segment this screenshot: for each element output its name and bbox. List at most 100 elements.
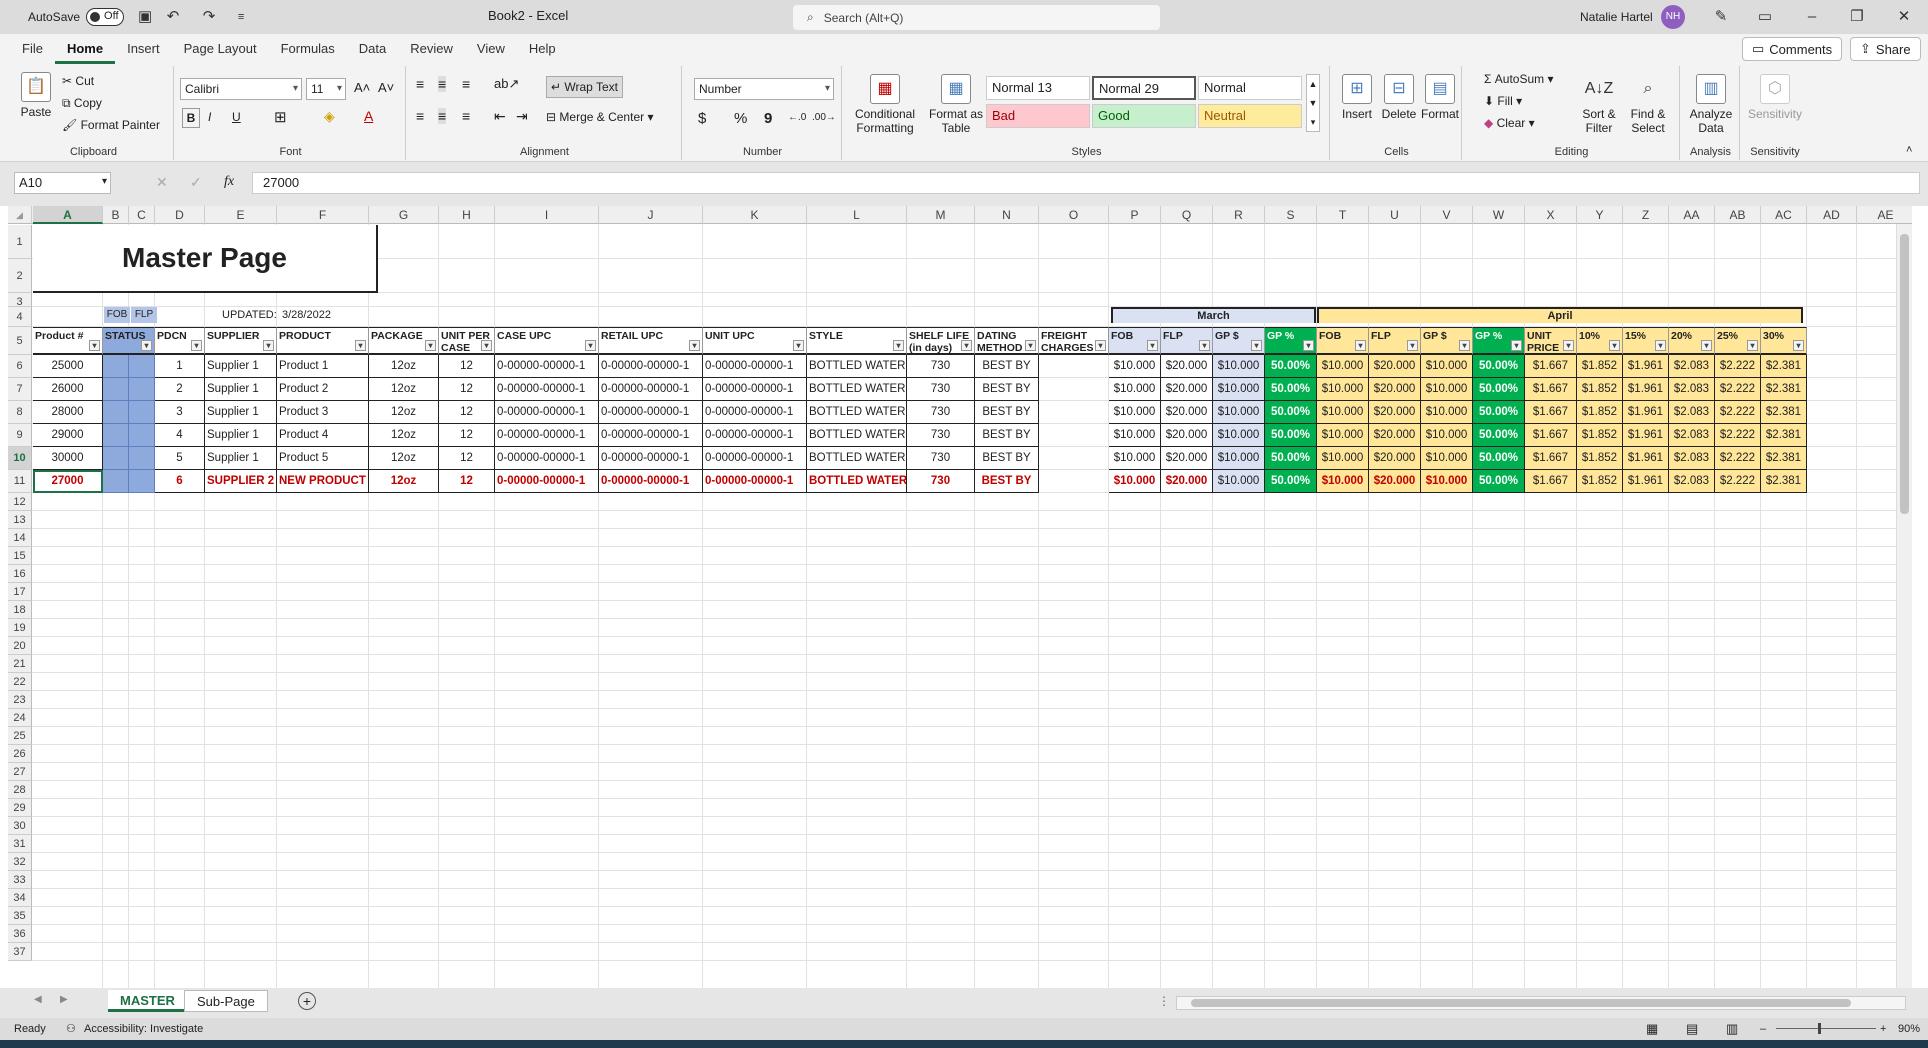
column-header-cell[interactable]: CASE UPC ▾ bbox=[495, 327, 599, 355]
status-cell[interactable] bbox=[103, 378, 129, 401]
column-header[interactable]: Q bbox=[1161, 206, 1213, 224]
column-header[interactable]: O bbox=[1039, 206, 1109, 224]
table-cell[interactable]: $1.961 bbox=[1623, 470, 1669, 493]
filter-dropdown-icon[interactable]: ▾ bbox=[893, 340, 904, 351]
page-layout-view-icon[interactable]: ▤ bbox=[1686, 1018, 1698, 1040]
copy-button[interactable]: ⧉ Copy bbox=[62, 96, 102, 111]
name-box[interactable]: A10 bbox=[14, 172, 111, 194]
font-size-select[interactable]: 11 bbox=[306, 78, 346, 100]
avatar[interactable]: NH bbox=[1661, 5, 1685, 29]
filter-dropdown-icon[interactable]: ▾ bbox=[481, 340, 492, 351]
row-header[interactable]: 11 bbox=[8, 470, 32, 493]
table-cell[interactable]: 12 bbox=[439, 470, 495, 493]
column-header-cell[interactable]: FOB ▾ bbox=[1109, 327, 1161, 355]
conditional-formatting-button[interactable]: ▦ Conditional Formatting bbox=[850, 74, 920, 135]
column-header[interactable]: S bbox=[1265, 206, 1317, 224]
filter-dropdown-icon[interactable]: ▾ bbox=[689, 340, 700, 351]
table-cell[interactable]: $10.000 bbox=[1109, 447, 1161, 470]
wrap-text-button[interactable]: ↵ Wrap Text bbox=[546, 76, 623, 98]
column-header-cell[interactable]: PDCN ▾ bbox=[155, 327, 205, 355]
table-cell[interactable]: 50.00% bbox=[1265, 401, 1317, 424]
table-cell[interactable]: 50.00% bbox=[1473, 401, 1525, 424]
table-cell[interactable]: $10.000 bbox=[1317, 401, 1369, 424]
table-cell[interactable]: $10.000 bbox=[1317, 447, 1369, 470]
table-cell[interactable]: 0-00000-00000-1 bbox=[703, 401, 807, 424]
table-cell[interactable]: BEST BY bbox=[975, 378, 1039, 401]
horizontal-scroll-thumb[interactable] bbox=[1191, 999, 1851, 1007]
table-cell[interactable]: $10.000 bbox=[1213, 355, 1265, 378]
row-header[interactable]: 19 bbox=[8, 619, 32, 637]
table-cell[interactable]: Product 4 bbox=[277, 424, 369, 447]
column-header-cell[interactable]: GP % ▾ bbox=[1265, 327, 1317, 355]
table-cell[interactable]: $10.000 bbox=[1421, 424, 1473, 447]
filter-dropdown-icon[interactable]: ▾ bbox=[1407, 340, 1418, 351]
table-cell[interactable]: $2.222 bbox=[1715, 355, 1761, 378]
table-cell[interactable]: $20.000 bbox=[1161, 401, 1213, 424]
table-cell[interactable]: 50.00% bbox=[1265, 470, 1317, 493]
table-cell[interactable]: 12oz bbox=[369, 378, 439, 401]
column-header-cell[interactable]: 25% ▾ bbox=[1715, 327, 1761, 355]
table-cell[interactable]: $1.852 bbox=[1577, 378, 1623, 401]
column-header[interactable]: AA bbox=[1669, 206, 1715, 224]
row-header[interactable]: 2 bbox=[8, 259, 32, 293]
table-cell[interactable]: 0-00000-00000-1 bbox=[703, 378, 807, 401]
table-cell[interactable]: BOTTLED WATER bbox=[807, 401, 907, 424]
table-cell[interactable]: $2.083 bbox=[1669, 355, 1715, 378]
table-cell[interactable]: $2.222 bbox=[1715, 447, 1761, 470]
table-cell[interactable]: $10.000 bbox=[1109, 470, 1161, 493]
filter-dropdown-icon[interactable]: ▾ bbox=[961, 340, 972, 351]
column-header-cell[interactable]: 20% ▾ bbox=[1669, 327, 1715, 355]
table-cell[interactable]: 730 bbox=[907, 378, 975, 401]
row-header[interactable]: 25 bbox=[8, 727, 32, 745]
increase-decimal-icon[interactable]: ←.0 bbox=[788, 112, 806, 123]
table-cell[interactable]: $2.222 bbox=[1715, 401, 1761, 424]
table-cell[interactable]: $10.000 bbox=[1109, 401, 1161, 424]
table-cell[interactable]: 0-00000-00000-1 bbox=[495, 401, 599, 424]
table-cell[interactable]: 50.00% bbox=[1473, 378, 1525, 401]
april-header[interactable]: April bbox=[1317, 307, 1803, 323]
row-header[interactable]: 17 bbox=[8, 583, 32, 601]
status-cell[interactable] bbox=[129, 424, 155, 447]
table-cell[interactable]: $20.000 bbox=[1369, 401, 1421, 424]
filter-dropdown-icon[interactable]: ▾ bbox=[263, 340, 274, 351]
table-cell[interactable]: $2.381 bbox=[1761, 424, 1807, 447]
namebox-dropdown-icon[interactable]: ▾ bbox=[102, 176, 107, 187]
filter-dropdown-icon[interactable]: ▾ bbox=[585, 340, 596, 351]
page-break-view-icon[interactable]: ▥ bbox=[1726, 1018, 1738, 1040]
style-normal13[interactable]: Normal 13 bbox=[986, 76, 1090, 100]
decrease-decimal-icon[interactable]: .00→ bbox=[812, 112, 836, 123]
table-cell[interactable]: 0-00000-00000-1 bbox=[703, 447, 807, 470]
table-cell[interactable]: Product 1 bbox=[277, 355, 369, 378]
table-cell[interactable]: Supplier 1 bbox=[205, 401, 277, 424]
row-header[interactable]: 30 bbox=[8, 817, 32, 835]
status-cell[interactable] bbox=[103, 470, 129, 493]
row-header[interactable]: 28 bbox=[8, 781, 32, 799]
table-cell[interactable]: 0-00000-00000-1 bbox=[599, 470, 703, 493]
table-cell[interactable]: $1.667 bbox=[1525, 401, 1577, 424]
column-header-cell[interactable]: RETAIL UPC ▾ bbox=[599, 327, 703, 355]
table-cell[interactable]: $20.000 bbox=[1369, 470, 1421, 493]
column-header-cell[interactable]: SHELF LIFE (in days) ▾ bbox=[907, 327, 975, 355]
table-cell[interactable]: 5 bbox=[155, 447, 205, 470]
row-header[interactable]: 14 bbox=[8, 529, 32, 547]
column-header[interactable]: D bbox=[155, 206, 205, 224]
row-header[interactable]: 12 bbox=[8, 493, 32, 511]
sheet-tab-sub-page[interactable]: Sub-Page bbox=[184, 990, 268, 1012]
table-cell[interactable]: $1.667 bbox=[1525, 424, 1577, 447]
table-cell[interactable]: 0-00000-00000-1 bbox=[495, 424, 599, 447]
comma-button[interactable]: 9 bbox=[764, 110, 772, 127]
row-header[interactable]: 15 bbox=[8, 547, 32, 565]
table-cell[interactable]: Product 2 bbox=[277, 378, 369, 401]
column-header[interactable]: E bbox=[205, 206, 277, 224]
status-cell[interactable] bbox=[103, 447, 129, 470]
comments-button[interactable]: ▭ Comments bbox=[1742, 37, 1843, 61]
align-right-icon[interactable]: ≡ bbox=[462, 108, 470, 124]
updated-label[interactable]: UPDATED: bbox=[220, 307, 279, 323]
filter-dropdown-icon[interactable]: ▾ bbox=[1655, 340, 1666, 351]
column-header[interactable]: AE bbox=[1857, 206, 1912, 224]
filter-dropdown-icon[interactable]: ▾ bbox=[1025, 340, 1036, 351]
paste-button[interactable]: 📋 Paste bbox=[18, 72, 54, 119]
table-cell[interactable]: $1.961 bbox=[1623, 378, 1669, 401]
column-header-cell[interactable]: FLP ▾ bbox=[1369, 327, 1421, 355]
column-header[interactable]: P bbox=[1109, 206, 1161, 224]
